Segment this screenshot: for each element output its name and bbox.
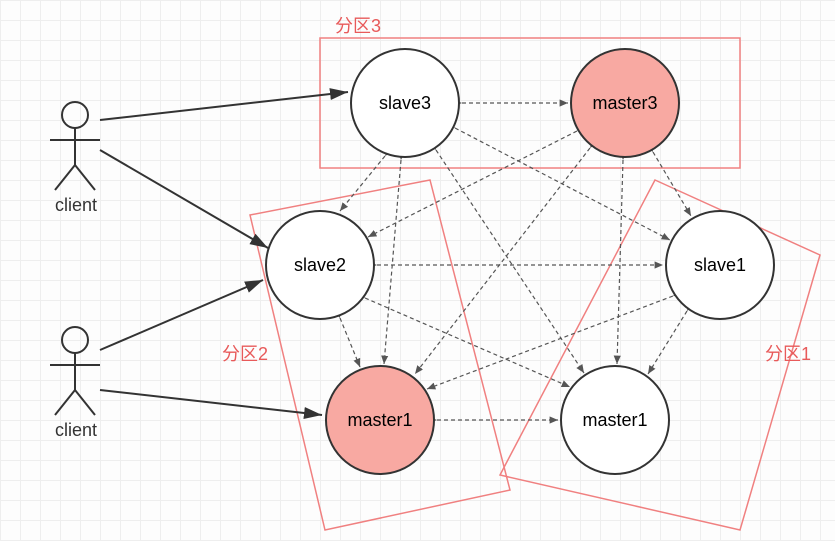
node-label: slave3 [379,93,431,114]
node-slave3: slave3 [350,48,460,158]
client-label-bottom: client [55,420,97,441]
node-slave2: slave2 [265,210,375,320]
node-master3: master3 [570,48,680,158]
partition-1-label: 分区1 [765,340,811,366]
client-actor-bottom [50,327,100,415]
node-master1-right: master1 [560,365,670,475]
node-label: master1 [347,410,412,431]
partition-3-label: 分区3 [335,12,381,38]
client-label-top: client [55,195,97,216]
node-master1-left: master1 [325,365,435,475]
node-label: slave2 [294,255,346,276]
node-label: master1 [582,410,647,431]
client-actor-top [50,102,100,190]
partition-2-label: 分区2 [222,340,268,366]
node-label: slave1 [694,255,746,276]
node-slave1: slave1 [665,210,775,320]
node-label: master3 [592,93,657,114]
